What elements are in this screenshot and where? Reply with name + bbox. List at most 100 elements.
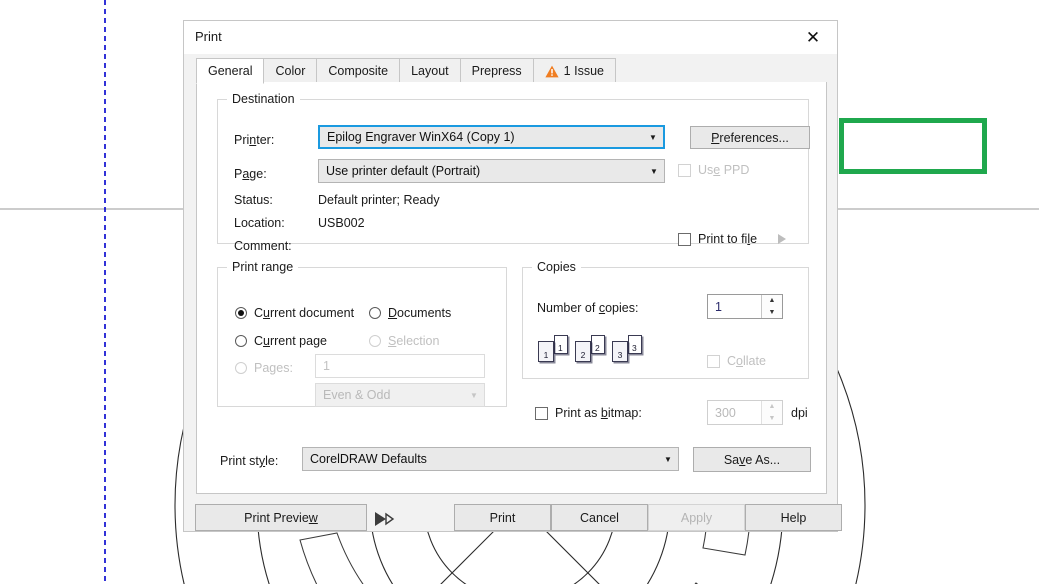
- radio-pages-label: Pages:: [254, 361, 293, 375]
- help-button[interactable]: Help: [745, 504, 842, 531]
- print-preview-button-label: Print Preview: [244, 510, 318, 525]
- even-odd-dropdown[interactable]: Even & Odd ▼: [315, 383, 485, 407]
- print-style-label: Print style:: [220, 454, 279, 468]
- use-ppd-label: Use PPD: [698, 163, 750, 177]
- double-triangle-expand-icon[interactable]: [374, 511, 398, 527]
- tab-general[interactable]: General: [196, 58, 265, 84]
- page-back: 2: [591, 335, 605, 354]
- radio-pages[interactable]: Pages:: [235, 361, 293, 375]
- page-back: 3: [628, 335, 642, 354]
- stepper-up-icon[interactable]: ▲: [762, 401, 782, 413]
- checkbox-box: [678, 232, 691, 246]
- pages-input[interactable]: 1: [315, 354, 485, 378]
- comment-label: Comment:: [234, 239, 292, 253]
- dialog-body: Destination Printer: Epilog Engraver Win…: [196, 82, 827, 494]
- radio-current-document[interactable]: Current document: [235, 306, 354, 320]
- destination-legend: Destination: [227, 92, 300, 106]
- radio-documents-label: Documents: [388, 306, 452, 320]
- tab-composite[interactable]: Composite: [316, 58, 401, 83]
- print-preview-button[interactable]: Print Preview: [195, 504, 367, 531]
- stepper-down-icon[interactable]: ▼: [762, 413, 782, 425]
- print-to-file-checkbox[interactable]: Print to file: [678, 232, 757, 246]
- warning-triangle-icon: [545, 65, 559, 78]
- collate-label: Collate: [727, 354, 766, 368]
- printer-value: Epilog Engraver WinX64 (Copy 1): [327, 130, 515, 144]
- page-pair-1: 1 1: [538, 335, 568, 365]
- tab-issues[interactable]: 1 Issue: [532, 58, 616, 83]
- radio-current-page[interactable]: Current page: [235, 334, 327, 348]
- dpi-value: 300: [715, 405, 736, 420]
- number-of-copies-value: 1: [715, 299, 722, 314]
- radio-selection[interactable]: Selection: [369, 334, 439, 348]
- location-value: USB002: [318, 216, 365, 230]
- checkbox-box: [535, 406, 548, 420]
- radio-documents[interactable]: Documents: [369, 306, 451, 320]
- print-button[interactable]: Print: [454, 504, 551, 531]
- stepper-up-icon[interactable]: ▲: [762, 295, 782, 307]
- radio-dot: [369, 335, 381, 347]
- collate-checkbox[interactable]: Collate: [707, 354, 766, 368]
- tab-prepress[interactable]: Prepress: [459, 58, 534, 83]
- status-label: Status:: [234, 193, 273, 207]
- status-value: Default printer; Ready: [318, 193, 440, 207]
- use-ppd-checkbox[interactable]: Use PPD: [678, 163, 749, 177]
- page-front: 2: [575, 341, 591, 362]
- checkbox-box: [707, 354, 720, 368]
- radio-selection-label: Selection: [388, 334, 440, 348]
- pages-input-value: 1: [323, 359, 330, 373]
- checkbox-box: [678, 163, 691, 177]
- chevron-down-icon: ▼: [470, 390, 478, 400]
- page-pair-3: 3 3: [612, 335, 642, 365]
- stepper-buttons[interactable]: ▲ ▼: [761, 295, 782, 318]
- page-dropdown[interactable]: Use printer default (Portrait) ▼: [318, 159, 665, 183]
- print-dialog: Print ✕ General Color Composite Layout P…: [183, 20, 987, 532]
- stepper-down-icon[interactable]: ▼: [762, 307, 782, 319]
- tab-layout-label: Layout: [411, 64, 449, 78]
- chevron-down-icon: ▼: [650, 166, 658, 176]
- print-as-bitmap-checkbox[interactable]: Print as bitmap:: [535, 406, 642, 420]
- tab-color-label: Color: [275, 64, 306, 78]
- preferences-button-label: Preferences...: [711, 130, 789, 145]
- dialog-title: Print: [195, 29, 222, 44]
- page-front: 3: [612, 341, 628, 362]
- cancel-button[interactable]: Cancel: [551, 504, 648, 531]
- page-value: Use printer default (Portrait): [326, 164, 481, 178]
- print-range-legend: Print range: [227, 260, 299, 274]
- printer-dropdown[interactable]: Epilog Engraver WinX64 (Copy 1) ▼: [318, 125, 665, 149]
- print-to-file-label: Print to file: [698, 232, 758, 246]
- cancel-button-label: Cancel: [580, 510, 619, 525]
- number-of-copies-stepper[interactable]: 1 ▲ ▼: [707, 294, 783, 319]
- collation-preview-icons: 1 1 2 2 3 3: [538, 335, 642, 365]
- tab-layout[interactable]: Layout: [399, 58, 461, 83]
- page-pair-2: 2 2: [575, 335, 605, 365]
- page-label: Page:: [234, 167, 267, 181]
- radio-current-page-label: Current page: [254, 334, 327, 348]
- print-style-value: CorelDRAW Defaults: [310, 452, 427, 466]
- number-of-copies-label: Number of copies:: [537, 301, 639, 315]
- page-front: 1: [538, 341, 554, 362]
- tab-issues-label: 1 Issue: [563, 64, 604, 78]
- expand-triangle-icon[interactable]: [775, 232, 789, 246]
- chevron-down-icon: ▼: [649, 132, 657, 142]
- page-back: 1: [554, 335, 568, 354]
- tab-general-label: General: [208, 64, 253, 78]
- radio-dot: [235, 335, 247, 347]
- apply-button[interactable]: Apply: [648, 504, 745, 531]
- stepper-buttons[interactable]: ▲ ▼: [761, 401, 782, 424]
- save-as-button[interactable]: Save As...: [693, 447, 811, 472]
- radio-dot: [235, 362, 247, 374]
- print-as-bitmap-label: Print as bitmap:: [555, 406, 642, 420]
- radio-dot: [235, 307, 247, 319]
- tab-color[interactable]: Color: [263, 58, 318, 83]
- preferences-button[interactable]: Preferences...: [690, 126, 810, 149]
- save-as-button-label: Save As...: [723, 452, 781, 467]
- tab-composite-label: Composite: [328, 64, 389, 78]
- print-style-dropdown[interactable]: CorelDRAW Defaults ▼: [302, 447, 679, 471]
- tab-strip: General Color Composite Layout Prepress …: [196, 57, 825, 84]
- even-odd-value: Even & Odd: [323, 388, 391, 402]
- close-icon[interactable]: ✕: [797, 26, 829, 50]
- printer-label: Printer:: [234, 133, 275, 147]
- copies-legend: Copies: [532, 260, 581, 274]
- print-button-label: Print: [489, 510, 516, 525]
- dpi-stepper[interactable]: 300 ▲ ▼: [707, 400, 783, 425]
